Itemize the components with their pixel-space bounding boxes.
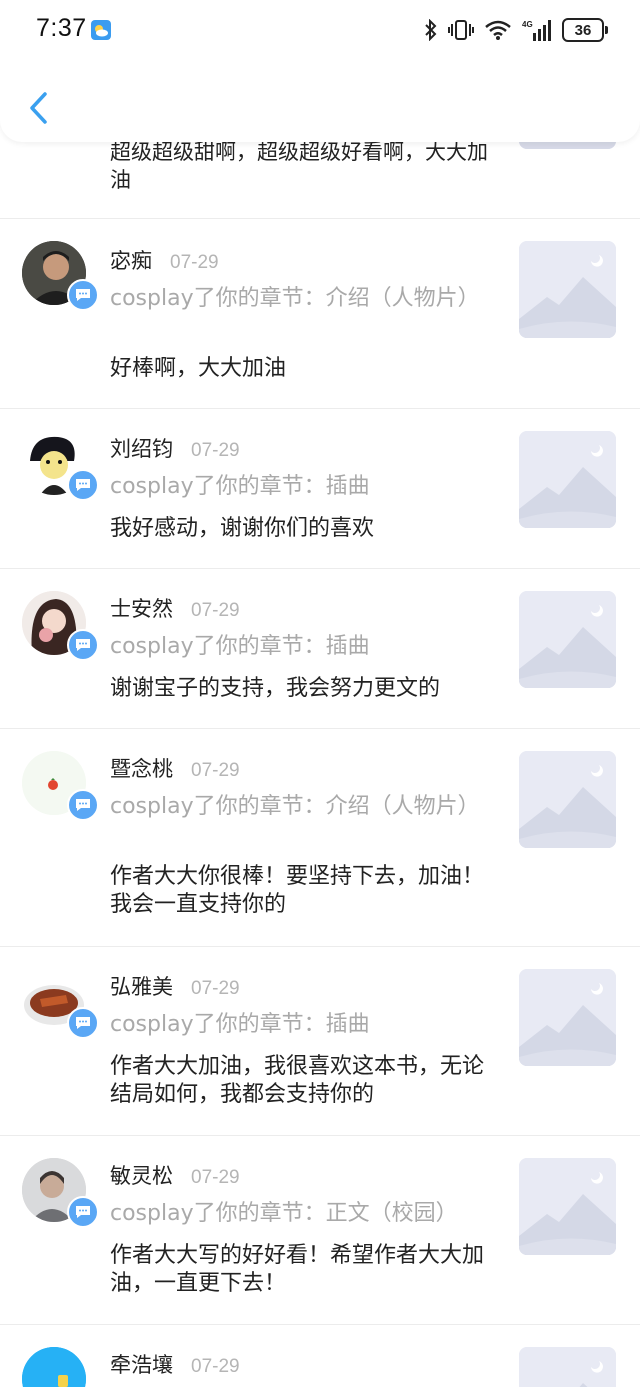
chapter-thumbnail[interactable] (519, 751, 616, 848)
name-row: 牵浩壤 07-29 (110, 1349, 240, 1377)
name-row: 暨念桃 07-29 (110, 753, 240, 781)
back-button[interactable] (18, 86, 58, 130)
image-placeholder-icon (519, 431, 616, 528)
vibrate-icon (448, 20, 474, 40)
chat-bubble-icon (76, 479, 90, 491)
comment-badge (67, 1196, 99, 1228)
chat-bubble-icon (76, 799, 90, 811)
date-label: 07-29 (191, 1356, 240, 1377)
reply-text: 作者大大写的好好看！希望作者大大加油，一直更下去！ (110, 1243, 485, 1296)
list-item[interactable]: 士安然 07-29 cosplay了你的章节：插曲 谢谢宝子的支持，我会努力更文… (0, 569, 640, 729)
name-row: 刘绍钧 07-29 (110, 433, 240, 461)
reply-text: 好棒啊，大大加油 (110, 356, 287, 381)
action-text: cosplay了你的章节：介绍（人物片） (110, 286, 480, 311)
bluetooth-icon (425, 19, 437, 41)
date-label: 07-29 (191, 978, 240, 999)
user-name[interactable]: 刘绍钧 (110, 433, 173, 463)
comment-badge (67, 1007, 99, 1039)
image-placeholder-icon (519, 1158, 616, 1255)
wifi-icon (485, 20, 511, 40)
avatar[interactable] (22, 1347, 86, 1387)
list-item[interactable]: 敏灵松 07-29 cosplay了你的章节：正文（校园） 作者大大写的好好看！… (0, 1136, 640, 1325)
chevron-left-icon (30, 92, 47, 124)
date-label: 07-29 (191, 1167, 240, 1188)
chat-bubble-icon (76, 639, 90, 651)
name-row: 敏灵松 07-29 (110, 1160, 240, 1188)
user-name[interactable]: 士安然 (110, 593, 173, 623)
list-item[interactable]: 暨念桃 07-29 cosplay了你的章节：介绍（人物片） 作者大大你很棒！要… (0, 729, 640, 947)
user-name[interactable]: 弘雅美 (110, 971, 173, 1001)
action-text: cosplay了你的章节：介绍（人物片） (110, 794, 480, 819)
comment-badge (67, 789, 99, 821)
chat-bubble-icon (76, 289, 90, 301)
status-icons: 4G 36 (424, 16, 608, 44)
list-item[interactable]: 牵浩壤 07-29 (0, 1325, 640, 1387)
chapter-thumbnail[interactable] (519, 1347, 616, 1387)
image-placeholder-icon (519, 241, 616, 338)
reply-text: 我好感动，谢谢你们的喜欢 (110, 516, 375, 541)
action-text: cosplay了你的章节：插曲 (110, 474, 370, 499)
chat-bubble-icon (76, 1206, 90, 1218)
user-name[interactable]: 敏灵松 (110, 1160, 173, 1190)
user-name[interactable]: 宓痴 (110, 245, 152, 275)
image-placeholder-icon (519, 969, 616, 1066)
chapter-thumbnail[interactable] (519, 241, 616, 338)
reply-text: 超级超级甜啊，超级超级好看啊，大大加油 (110, 140, 488, 192)
svg-text:4G: 4G (522, 20, 533, 29)
comment-badge (67, 469, 99, 501)
chapter-thumbnail[interactable] (519, 431, 616, 528)
list-item[interactable]: 刘绍钧 07-29 cosplay了你的章节：插曲 我好感动，谢谢你们的喜欢 (0, 409, 640, 569)
name-row: 士安然 07-29 (110, 593, 240, 621)
chapter-thumbnail[interactable] (519, 969, 616, 1066)
weather-icon (91, 20, 111, 40)
signal-icon: 4G (522, 20, 551, 41)
date-label: 07-29 (191, 760, 240, 781)
name-row: 弘雅美 07-29 (110, 971, 240, 999)
reply-text: 谢谢宝子的支持，我会努力更文的 (110, 676, 441, 701)
battery-indicator: 36 (562, 18, 608, 42)
chat-bubble-icon (76, 1017, 90, 1029)
action-text: cosplay了你的章节：插曲 (110, 634, 370, 659)
image-placeholder-icon (519, 591, 616, 688)
top-bar: 7:37 4G 36 (0, 0, 640, 142)
action-text: cosplay了你的章节：插曲 (110, 1012, 370, 1037)
user-name[interactable]: 暨念桃 (110, 753, 173, 783)
reply-text: 作者大大加油，我很喜欢这本书，无论结局如何，我都会支持你的 (110, 1054, 485, 1107)
name-row: 宓痴 07-29 (110, 245, 219, 273)
date-label: 07-29 (191, 600, 240, 621)
user-name[interactable]: 牵浩壤 (110, 1349, 173, 1379)
list-item[interactable]: 弘雅美 07-29 cosplay了你的章节：插曲 作者大大加油，我很喜欢这本书… (0, 947, 640, 1136)
image-placeholder-icon (519, 1347, 616, 1387)
comment-badge (67, 279, 99, 311)
chapter-thumbnail[interactable] (519, 1158, 616, 1255)
reply-text: 作者大大你很棒！要坚持下去，加油！我会一直支持你的 (110, 864, 485, 917)
chapter-thumbnail[interactable] (519, 591, 616, 688)
image-placeholder-icon (519, 751, 616, 848)
status-time: 7:37 (36, 14, 87, 42)
date-label: 07-29 (191, 440, 240, 461)
date-label: 07-29 (170, 252, 219, 273)
comment-badge (67, 629, 99, 661)
list-item[interactable]: 宓痴 07-29 cosplay了你的章节：介绍（人物片） 好棒啊，大大加油 (0, 219, 640, 409)
action-text: cosplay了你的章节：正文（校园） (110, 1201, 458, 1226)
